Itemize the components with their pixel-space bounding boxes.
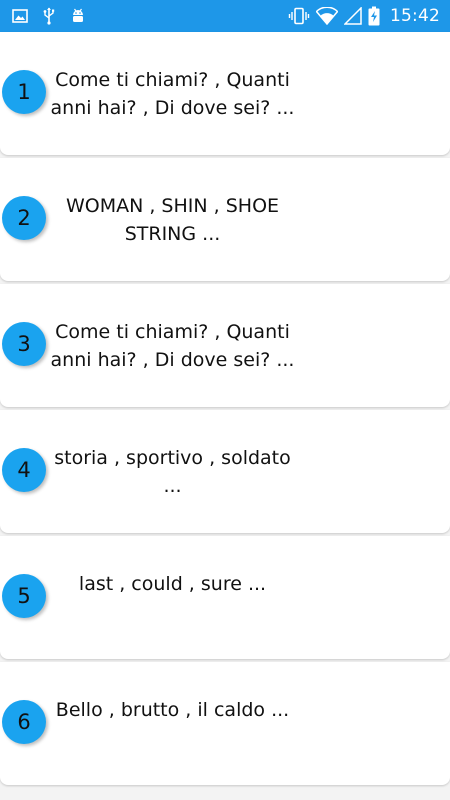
android-icon xyxy=(70,7,86,25)
usb-icon xyxy=(42,7,56,25)
wifi-icon xyxy=(316,7,338,25)
lesson-words: storia , sportivo , soldato ... xyxy=(54,447,291,497)
image-icon xyxy=(12,9,28,23)
vibrate-icon xyxy=(288,7,310,25)
lesson-number-badge: 6 xyxy=(2,700,46,744)
lesson-number-badge: 1 xyxy=(2,70,46,114)
lesson-number-badge: 5 xyxy=(2,574,46,618)
lesson-words: Come ti chiami? , Quanti anni hai? , Di … xyxy=(50,69,295,119)
signal-icon xyxy=(344,7,362,25)
list-item[interactable]: 1 Come ti chiami? , Quanti anni hai? , D… xyxy=(0,32,450,155)
list-item[interactable]: 6 Bello , brutto , il caldo ... xyxy=(0,662,450,785)
lesson-list[interactable]: 1 Come ti chiami? , Quanti anni hai? , D… xyxy=(0,32,450,800)
lesson-words: Come ti chiami? , Quanti anni hai? , Di … xyxy=(50,321,295,371)
lesson-number-badge: 4 xyxy=(2,448,46,492)
notification-icons xyxy=(12,0,86,32)
list-item[interactable]: 3 Come ti chiami? , Quanti anni hai? , D… xyxy=(0,284,450,407)
list-item[interactable]: 5 last , could , sure ... xyxy=(0,536,450,659)
lesson-number-badge: 2 xyxy=(2,196,46,240)
clock: 15:42 xyxy=(390,6,440,26)
lesson-words: last , could , sure ... xyxy=(78,573,267,595)
system-icons: 15:42 xyxy=(288,0,440,32)
lesson-number-badge: 3 xyxy=(2,322,46,366)
battery-charging-icon xyxy=(368,6,380,26)
lesson-words: WOMAN , SHIN , SHOE STRING ... xyxy=(65,195,280,245)
status-bar: 15:42 xyxy=(0,0,450,32)
list-item[interactable]: 4 storia , sportivo , soldato ... xyxy=(0,410,450,533)
list-item[interactable]: 2 WOMAN , SHIN , SHOE STRING ... xyxy=(0,158,450,281)
lesson-words: Bello , brutto , il caldo ... xyxy=(55,699,290,721)
